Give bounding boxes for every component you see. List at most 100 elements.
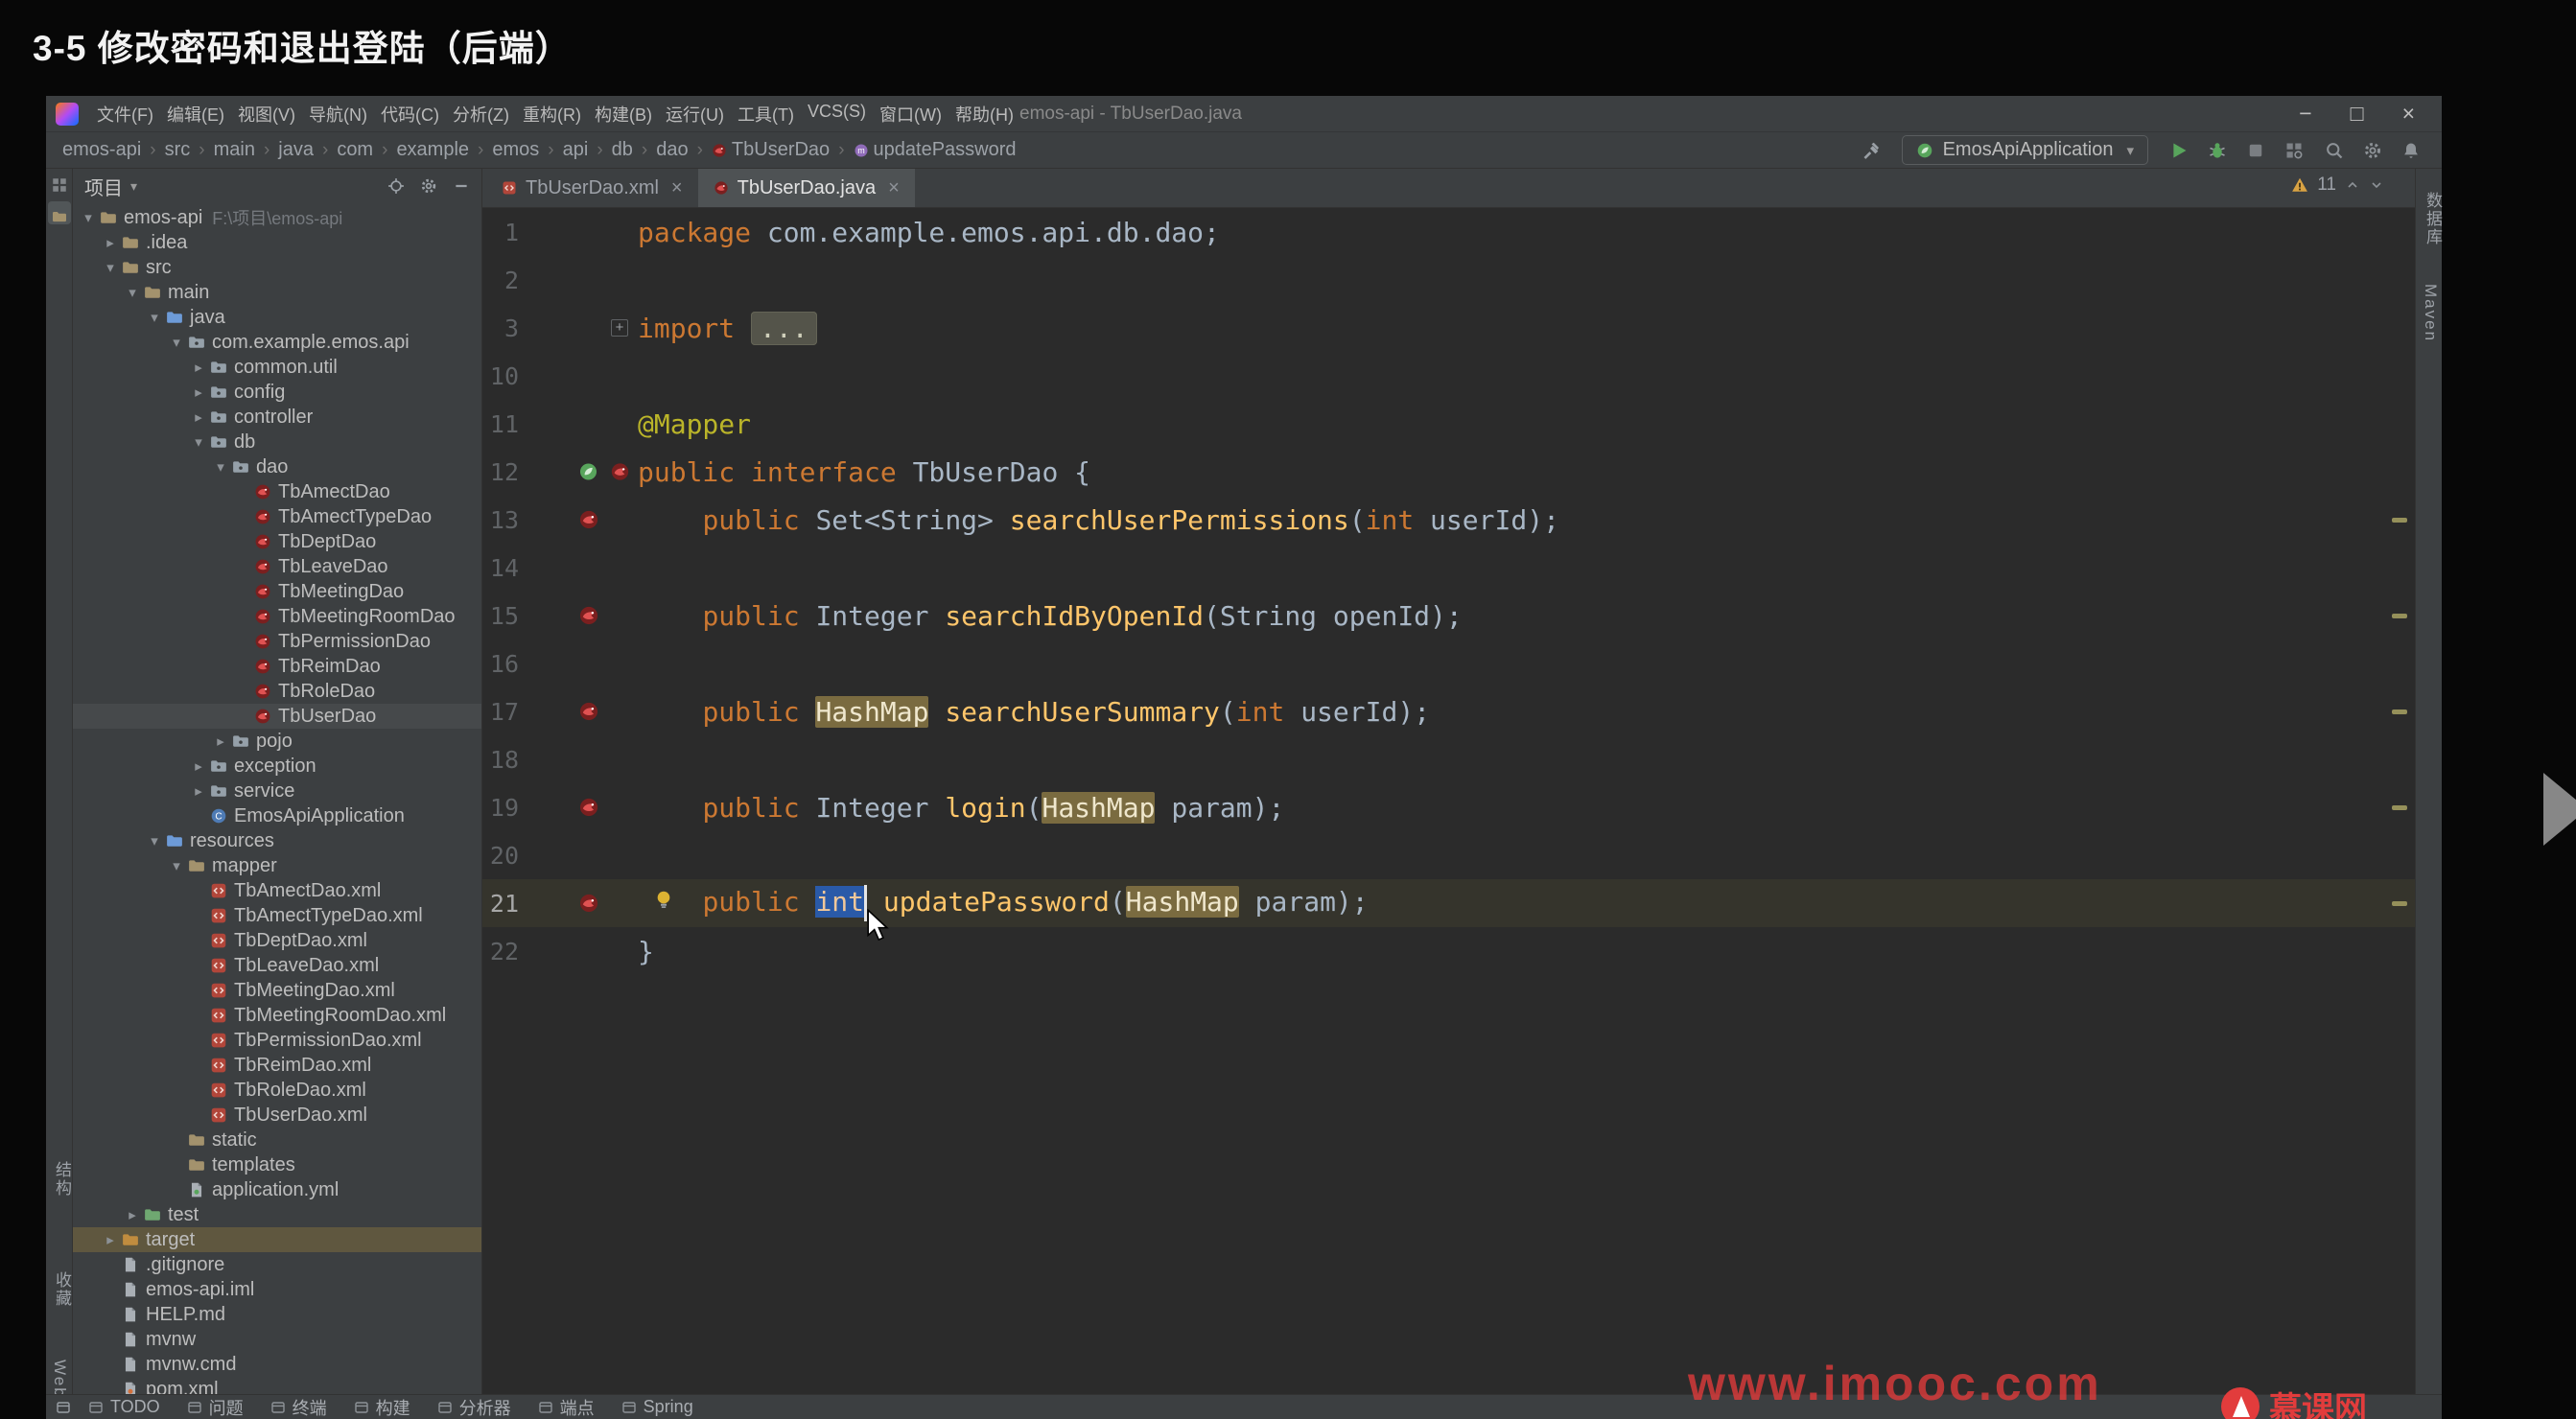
menu-item-12[interactable]: 帮助(H) <box>948 99 1020 129</box>
breadcrumb-item-example[interactable]: example <box>393 137 472 163</box>
tree-item-.idea[interactable]: ▸ .idea <box>73 230 481 255</box>
status-item-分析器[interactable]: 分析器 <box>437 1395 511 1419</box>
line-number[interactable]: 20 <box>482 842 523 870</box>
editor-tab-TbUserDao.xml[interactable]: TbUserDao.xml × <box>486 169 698 207</box>
menu-item-9[interactable]: 工具(T) <box>731 99 801 129</box>
tree-item-emos-api[interactable]: ▾ emos-api F:\项目\emos-api <box>73 205 481 230</box>
tree-item-TbReimDao[interactable]: TbReimDao <box>73 654 481 679</box>
spring-leaf-icon[interactable] <box>578 461 598 482</box>
tree-item-dao[interactable]: ▾ dao <box>73 454 481 479</box>
mybatis-bird-icon[interactable] <box>610 461 630 482</box>
line-number[interactable]: 10 <box>482 362 523 390</box>
menu-item-3[interactable]: 导航(N) <box>302 99 374 129</box>
tree-item-TbRoleDao[interactable]: TbRoleDao <box>73 679 481 704</box>
tree-item-emos-api.iml[interactable]: emos-api.iml <box>73 1277 481 1302</box>
minimize-button[interactable]: − <box>2299 101 2311 127</box>
tree-chevron-icon[interactable]: ▸ <box>101 234 120 251</box>
menu-item-5[interactable]: 分析(Z) <box>446 99 516 129</box>
tree-item-TbDeptDao.xml[interactable]: TbDeptDao.xml <box>73 928 481 953</box>
tree-chevron-icon[interactable]: ▸ <box>189 757 208 775</box>
settings-gear-icon[interactable] <box>420 177 437 195</box>
run-configuration-select[interactable]: EmosApiApplication ▾ <box>1901 135 2148 165</box>
menu-item-6[interactable]: 重构(R) <box>516 99 588 129</box>
tree-item-static[interactable]: static <box>73 1128 481 1152</box>
menu-item-10[interactable]: VCS(S) <box>801 99 873 129</box>
tree-chevron-icon[interactable]: ▾ <box>123 284 142 301</box>
tree-item-resources[interactable]: ▾ resources <box>73 828 481 853</box>
tool-window-switcher-icon[interactable] <box>51 176 68 194</box>
menu-item-8[interactable]: 运行(U) <box>659 99 731 129</box>
tree-item-TbLeaveDao[interactable]: TbLeaveDao <box>73 554 481 579</box>
tree-item-TbReimDao.xml[interactable]: TbReimDao.xml <box>73 1053 481 1078</box>
status-item-TODO[interactable]: TODO <box>88 1397 160 1417</box>
tree-item-target[interactable]: ▸ target <box>73 1227 481 1252</box>
menu-item-7[interactable]: 构建(B) <box>588 99 659 129</box>
inspections-widget[interactable]: 11 <box>2291 174 2384 196</box>
line-number[interactable]: 17 <box>482 698 523 726</box>
mybatis-bird-icon[interactable] <box>578 701 599 722</box>
tree-chevron-icon[interactable]: ▸ <box>189 782 208 800</box>
menu-item-11[interactable]: 窗口(W) <box>873 99 948 129</box>
tree-item-TbMeetingRoomDao.xml[interactable]: TbMeetingRoomDao.xml <box>73 1003 481 1028</box>
tab-close-icon[interactable]: × <box>888 177 900 199</box>
right-strip-数据库[interactable]: 数据库 <box>2421 192 2445 246</box>
mybatis-bird-icon[interactable] <box>578 893 599 914</box>
error-stripe-mark[interactable] <box>2392 901 2407 906</box>
hide-panel-icon[interactable] <box>453 177 470 195</box>
tree-item-HELP.md[interactable]: HELP.md <box>73 1302 481 1327</box>
project-tool-button[interactable] <box>47 201 71 224</box>
build-hammer-slot[interactable] <box>1862 141 1881 160</box>
tree-item-TbMeetingRoomDao[interactable]: TbMeetingRoomDao <box>73 604 481 629</box>
status-item-构建[interactable]: 构建 <box>354 1395 410 1419</box>
breadcrumb-item-java[interactable]: java <box>275 137 316 163</box>
menu-item-0[interactable]: 文件(F) <box>90 99 160 129</box>
tree-chevron-icon[interactable]: ▾ <box>211 458 230 476</box>
tree-item-common.util[interactable]: ▸ common.util <box>73 355 481 380</box>
breadcrumb-item-main[interactable]: main <box>211 137 258 163</box>
project-panel-title[interactable]: 项目 <box>84 173 123 200</box>
tree-item-service[interactable]: ▸ service <box>73 779 481 803</box>
left-strip-Web[interactable]: Web <box>50 1360 69 1399</box>
breadcrumb-item-src[interactable]: src <box>162 137 194 163</box>
line-number[interactable]: 21 <box>482 890 523 918</box>
tree-chevron-icon[interactable]: ▸ <box>211 733 230 750</box>
menu-item-4[interactable]: 代码(C) <box>374 99 446 129</box>
tab-close-icon[interactable]: × <box>671 177 683 199</box>
line-number[interactable]: 19 <box>482 794 523 822</box>
tree-item-controller[interactable]: ▸ controller <box>73 405 481 430</box>
fold-marker-icon[interactable]: + <box>611 319 628 337</box>
tree-item-.gitignore[interactable]: .gitignore <box>73 1252 481 1277</box>
video-next-arrow-icon[interactable] <box>2543 773 2576 846</box>
tree-item-pojo[interactable]: ▸ pojo <box>73 729 481 754</box>
line-number[interactable]: 13 <box>482 506 523 534</box>
status-item-问题[interactable]: 问题 <box>187 1395 244 1419</box>
tree-item-TbRoleDao.xml[interactable]: TbRoleDao.xml <box>73 1078 481 1103</box>
breadcrumb-item-com[interactable]: com <box>334 137 376 163</box>
tree-item-TbPermissionDao.xml[interactable]: TbPermissionDao.xml <box>73 1028 481 1053</box>
tree-item-java[interactable]: ▾ java <box>73 305 481 330</box>
tree-item-TbDeptDao[interactable]: TbDeptDao <box>73 529 481 554</box>
bell-icon[interactable] <box>2401 141 2421 160</box>
tree-item-TbAmectDao[interactable]: TbAmectDao <box>73 479 481 504</box>
error-stripe-mark[interactable] <box>2392 805 2407 810</box>
stop-button-icon[interactable] <box>2246 141 2265 160</box>
line-number[interactable]: 3 <box>482 314 523 342</box>
tree-item-mapper[interactable]: ▾ mapper <box>73 853 481 878</box>
tree-item-src[interactable]: ▾ src <box>73 255 481 280</box>
tree-item-TbMeetingDao.xml[interactable]: TbMeetingDao.xml <box>73 978 481 1003</box>
tree-chevron-icon[interactable]: ▸ <box>101 1231 120 1248</box>
status-item-终端[interactable]: 终端 <box>270 1395 327 1419</box>
tree-chevron-icon[interactable]: ▾ <box>167 857 186 874</box>
breadcrumb-item-api[interactable]: api <box>560 137 592 163</box>
line-number[interactable]: 22 <box>482 938 523 965</box>
locate-file-icon[interactable] <box>387 177 405 195</box>
tree-item-TbAmectDao.xml[interactable]: TbAmectDao.xml <box>73 878 481 903</box>
tree-item-com.example.emos.api[interactable]: ▾ com.example.emos.api <box>73 330 481 355</box>
tree-item-templates[interactable]: templates <box>73 1152 481 1177</box>
tree-chevron-icon[interactable]: ▾ <box>101 259 120 276</box>
tree-item-test[interactable]: ▸ test <box>73 1202 481 1227</box>
line-number[interactable]: 15 <box>482 602 523 630</box>
tree-item-pom.xml[interactable]: pom.xml <box>73 1377 481 1394</box>
tree-item-mvnw[interactable]: mvnw <box>73 1327 481 1352</box>
line-number[interactable]: 2 <box>482 267 523 294</box>
